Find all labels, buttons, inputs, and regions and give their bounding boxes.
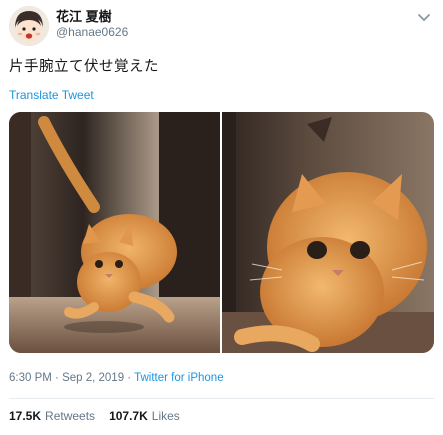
avatar-illustration [9,6,49,46]
chevron-down-icon[interactable] [415,8,433,26]
avatar[interactable] [9,6,49,46]
tweet-card: 花江 夏樹 @hanae0626 片手腕立て伏せ覚えた Translate Tw… [0,0,443,435]
likes-label: Likes [151,409,180,423]
tweet-media [9,112,434,353]
meta-separator: · [51,372,63,384]
divider [9,398,434,399]
tweet-time[interactable]: 6:30 PM [9,372,52,384]
tweet-text: 片手腕立て伏せ覚えた [9,59,159,75]
retweets-stat[interactable]: 17.5K Retweets [9,409,95,423]
orange-cat-photo-1[interactable] [9,112,220,353]
author-display-name[interactable]: 花江 夏樹 [56,9,128,24]
translate-tweet-link[interactable]: Translate Tweet [9,88,94,102]
author-info: 花江 夏樹 @hanae0626 [56,9,128,40]
meta-separator: · [124,372,135,384]
tweet-date[interactable]: Sep 2, 2019 [62,372,124,384]
tweet-stats: 17.5K Retweets 107.7K Likes [9,409,194,423]
likes-count: 107.7K [109,409,148,423]
likes-stat[interactable]: 107.7K Likes [109,409,180,423]
author-handle[interactable]: @hanae0626 [56,25,128,40]
retweets-count: 17.5K [9,409,42,423]
retweets-label: Retweets [45,409,96,423]
orange-cat-photo-2[interactable] [222,112,434,353]
tweet-timestamp-row: 6:30 PM · Sep 2, 2019 · Twitter for iPho… [9,372,224,384]
tweet-source-link[interactable]: Twitter for iPhone [134,372,223,384]
